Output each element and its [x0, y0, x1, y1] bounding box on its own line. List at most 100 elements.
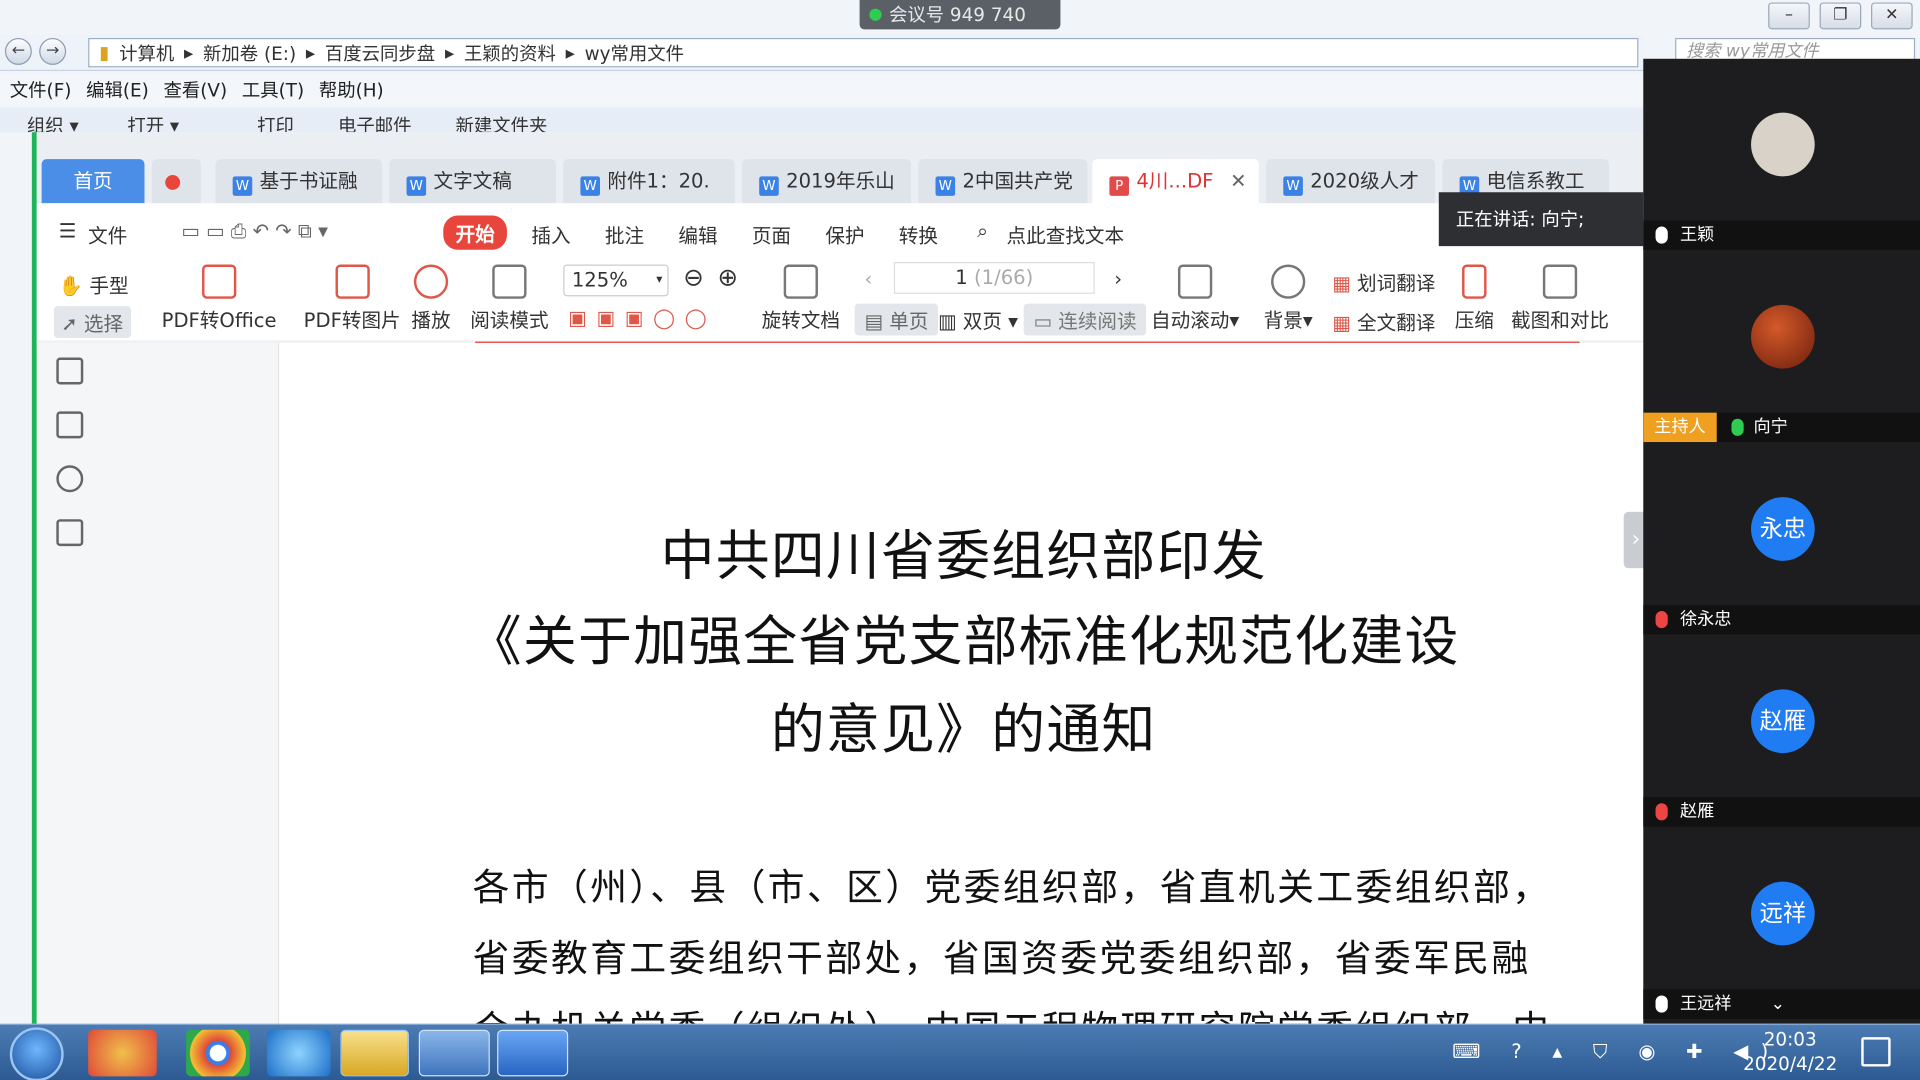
cmd-print[interactable]: 打印 [257, 113, 294, 132]
close-tab-icon[interactable]: ✕ [1230, 159, 1246, 203]
zoom-out-icon[interactable]: ⊖ [683, 262, 704, 291]
participant-tile[interactable]: 永忠 徐永忠 [1643, 443, 1920, 635]
menu-tools[interactable]: 工具(T) [242, 77, 304, 103]
clock[interactable]: 20:03 2020/4/22 [1729, 1027, 1851, 1076]
cmd-email[interactable]: 电子邮件 [338, 113, 411, 132]
pdf-to-office-button[interactable]: PDF转Office [162, 264, 277, 333]
close-window-button[interactable]: ✕ [1871, 2, 1913, 30]
tab-page[interactable]: 页面 [752, 219, 791, 248]
zoom-select[interactable]: 125% ▾ [563, 264, 669, 297]
wps-icon[interactable] [418, 1029, 490, 1077]
explorer-icon[interactable] [340, 1029, 409, 1077]
outline-icon[interactable] [56, 357, 84, 385]
tab-active-pdf[interactable]: P 4川...DF ✕ [1092, 159, 1259, 204]
menu-help[interactable]: 帮助(H) [319, 77, 384, 103]
menu-view[interactable]: 查看(V) [164, 77, 228, 103]
meeting-app-icon[interactable] [497, 1029, 569, 1077]
rotate-document-button[interactable]: 旋转文档 [762, 264, 840, 333]
tab-doc[interactable]: W 2中国共产党 [918, 159, 1088, 204]
signature-icon[interactable] [56, 465, 84, 493]
thumbnail-icon[interactable] [56, 411, 84, 439]
word-icon: W [580, 176, 601, 196]
tab-doc[interactable]: W 2020级人才 [1266, 159, 1436, 204]
menu-file[interactable]: 文件 [88, 219, 127, 248]
breadcrumb-item[interactable]: 百度云同步盘 [325, 40, 435, 66]
breadcrumb-sep-icon: ▸ [305, 41, 316, 64]
tab-doc[interactable]: W 文字文稿 [389, 159, 556, 204]
single-page-button[interactable]: ▤ 单页 [854, 303, 939, 336]
document-page: 中共四川省委组织部印发 《关于加强全省党支部标准化规范化建设 的意见》的通知 各… [279, 342, 1649, 1024]
zoom-in-icon[interactable]: ⊕ [718, 262, 739, 291]
tab-convert[interactable]: 转换 [899, 219, 938, 248]
annotation-icon[interactable] [56, 519, 84, 547]
address-breadcrumb[interactable]: ▮ 计算机 ▸ 新加卷 (E:) ▸ 百度云同步盘 ▸ 王颖的资料 ▸ wy常用… [88, 37, 1639, 68]
avatar: 永忠 [1751, 497, 1815, 561]
host-badge: 主持人 [1643, 412, 1717, 443]
tab-annotate[interactable]: 批注 [605, 219, 644, 248]
page-total: (1/66) [973, 265, 1034, 289]
tab-protect[interactable]: 保护 [825, 219, 864, 248]
back-icon[interactable]: ← [4, 37, 32, 65]
auto-scroll-icon [1177, 264, 1213, 299]
doc-title-line: 中共四川省委组织部印发 [660, 525, 1267, 588]
fit-page-icons[interactable]: ▣▣▣◯◯ [568, 306, 716, 329]
participant-name: 王颖 [1680, 225, 1715, 245]
read-mode-button[interactable]: 阅读模式 [470, 264, 549, 333]
start-button[interactable] [9, 1027, 64, 1080]
participant-tile[interactable]: 主持人 向宁 [1643, 251, 1920, 443]
participant-tile[interactable]: 王颖 [1643, 59, 1920, 251]
menu-file[interactable]: 文件(F) [10, 77, 72, 103]
breadcrumb-item[interactable]: 新加卷 (E:) [203, 40, 296, 66]
continuous-read-button[interactable]: ▭ 连续阅读 [1023, 303, 1147, 336]
tab-doc[interactable]: W 基于书证融 [215, 159, 383, 204]
tab-doc[interactable]: W 附件1：20. [563, 159, 735, 204]
compress-button[interactable]: 压缩 [1455, 264, 1494, 333]
next-page-icon[interactable]: › [1114, 267, 1122, 290]
full-translate-button[interactable]: ▦ 全文翻译 [1332, 306, 1435, 335]
prev-page-icon[interactable]: ‹ [864, 267, 872, 290]
cmd-open[interactable]: 打开 ▾ [127, 113, 179, 132]
breadcrumb-item[interactable]: 计算机 [119, 40, 174, 66]
cmd-organize[interactable]: 组织 ▾ [27, 113, 79, 132]
tab-label: 2020级人才 [1310, 168, 1419, 193]
chrome-icon[interactable] [186, 1029, 250, 1077]
cmd-new-folder[interactable]: 新建文件夹 [456, 113, 548, 132]
participant-name: 徐永忠 [1680, 609, 1732, 630]
double-page-button[interactable]: ▥ 双页 ▾ [938, 305, 1018, 334]
breadcrumb-item[interactable]: wy常用文件 [585, 40, 684, 66]
tab-insert[interactable]: 插入 [531, 219, 570, 248]
select-tool-button[interactable]: ➚ 选择 [53, 306, 131, 338]
play-button[interactable]: 播放 [411, 264, 451, 333]
tab-edit[interactable]: 编辑 [678, 219, 717, 248]
pdf-office-icon [201, 264, 237, 299]
chevron-down-icon[interactable]: ⌄ [1771, 989, 1785, 1018]
tab-home[interactable]: 首页 [41, 159, 145, 204]
participant-tile[interactable]: 赵雁 赵雁 [1643, 636, 1920, 828]
app-icon[interactable] [88, 1029, 157, 1077]
word-translate-button[interactable]: ▦ 划词翻译 [1332, 267, 1435, 296]
forward-icon[interactable]: → [39, 37, 67, 65]
notification-icon[interactable] [1861, 1037, 1891, 1067]
find-text-input[interactable]: 点此查找文本 [1007, 219, 1125, 248]
hamburger-icon[interactable]: ☰ [59, 219, 77, 242]
hand-tool-button[interactable]: ✋ 手型 [59, 269, 129, 298]
label: 压缩 [1454, 308, 1494, 332]
toolbar-quick-icons[interactable]: ▭ ▭ ⎙ ↶ ↷ ⧉ ▾ [181, 219, 328, 243]
tab-doc[interactable]: W 2019年乐山 [742, 159, 912, 204]
participant-tile[interactable]: 远祥 王远祥 ⌄ [1643, 828, 1920, 1020]
restore-button[interactable]: ❐ [1819, 2, 1862, 30]
ie-icon[interactable] [266, 1029, 331, 1077]
menu-edit[interactable]: 编辑(E) [86, 77, 149, 103]
tab-wps-logo[interactable]: ● [151, 159, 201, 204]
label: 背景 [1263, 308, 1303, 332]
auto-scroll-button[interactable]: 自动滚动▾ [1151, 264, 1239, 333]
minimize-button[interactable]: – [1768, 2, 1810, 30]
left-sidebar [36, 342, 280, 1024]
background-button[interactable]: 背景▾ [1264, 264, 1313, 333]
screenshot-compare-button[interactable]: 截图和对比 [1511, 264, 1609, 333]
page-number-input[interactable]: 1 (1/66) [893, 262, 1095, 294]
breadcrumb-sep-icon: ▸ [444, 41, 455, 64]
pdf-to-image-button[interactable]: PDF转图片 [304, 264, 401, 333]
tab-start[interactable]: 开始 [443, 215, 507, 250]
breadcrumb-item[interactable]: 王颖的资料 [464, 40, 556, 66]
